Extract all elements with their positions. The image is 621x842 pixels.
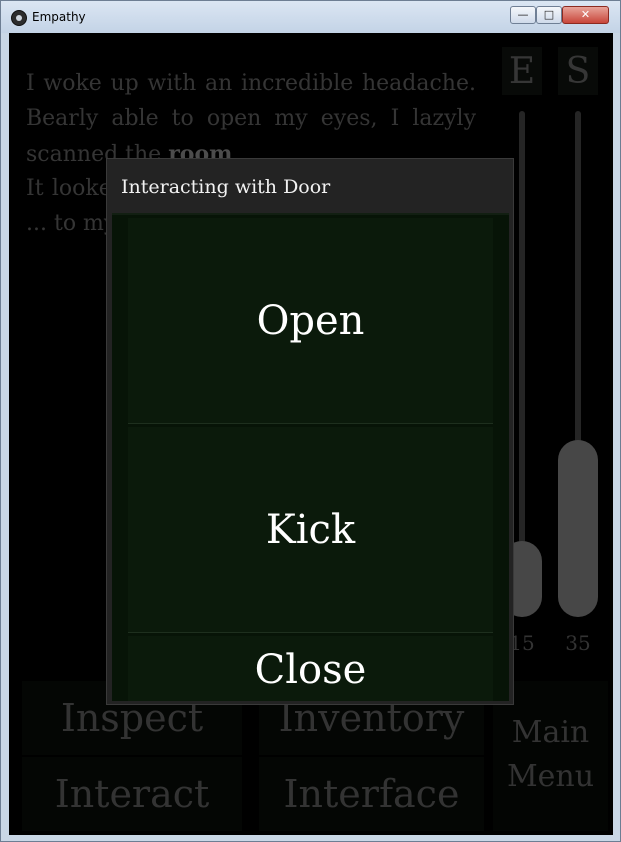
maximize-button[interactable]: □ [536,6,562,24]
option-open-button[interactable]: Open [128,218,493,424]
option-kick-button[interactable]: Kick [128,427,493,633]
game-area: I woke up with an incredible headache. B… [9,33,613,835]
close-window-button[interactable]: ✕ [562,6,609,24]
minimize-button[interactable]: — [510,6,536,24]
interaction-dialog: Interacting with Door Open Kick Close [106,158,514,705]
window-title: Empathy [32,10,86,24]
app-icon [11,10,27,26]
dialog-option-list[interactable]: Open Kick Close [112,215,509,701]
app-window: Empathy — □ ✕ I woke up with an incredib… [0,0,621,842]
option-close-button[interactable]: Close [128,636,493,701]
title-bar[interactable]: Empathy — □ ✕ [1,1,620,33]
dialog-title: Interacting with Door [121,176,331,198]
